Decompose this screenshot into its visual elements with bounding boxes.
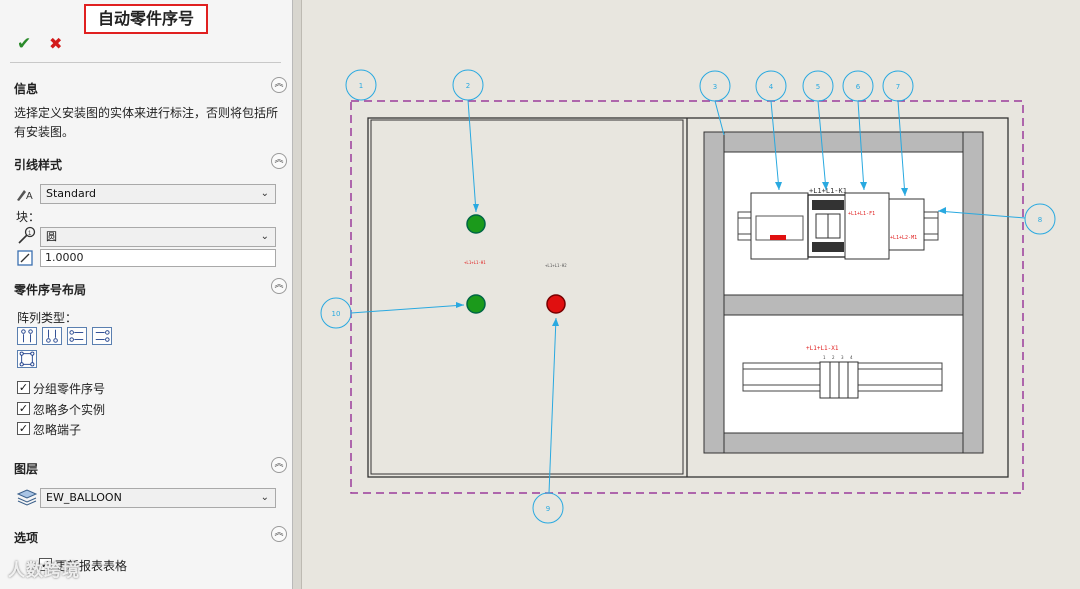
leader-style-select[interactable]: Standard ⌄ [40, 184, 276, 204]
leader-style-icon: A [17, 190, 33, 202]
layer-value: EW_BALLOON [46, 491, 122, 504]
check-icon[interactable]: ✔ [17, 34, 37, 54]
svg-text:3: 3 [713, 83, 717, 91]
svg-text:A: A [26, 191, 33, 202]
svg-text:9: 9 [546, 505, 550, 513]
terminal-tag: +L1+L1-X1 [806, 345, 839, 352]
leader-style-title: 引线样式 [14, 158, 63, 172]
property-panel: 自动零件序号 ✔ ✖ 信息 ︽ 选择定义安装图的实体来进行标注，否则将包括所有安… [0, 0, 293, 589]
balloon-size-icon [17, 250, 33, 266]
svg-text:5: 5 [816, 83, 820, 91]
layout-top-icon[interactable] [17, 327, 37, 345]
lamp-tag-1: +L1+L1-H1 [464, 260, 486, 265]
info-section-title: 信息 [14, 82, 39, 96]
svg-text:4: 4 [769, 83, 774, 91]
block-value: 圆 [46, 230, 57, 243]
breaker-tag: +L1+L1-F1 [848, 211, 875, 217]
close-icon[interactable]: ✖ [49, 34, 67, 54]
options-section-title: 选项 [14, 531, 39, 545]
title-divider [10, 62, 281, 63]
green-lamp-top [466, 214, 486, 234]
collapse-leader-icon[interactable]: ︽ [271, 153, 287, 169]
ignore-instances-label: 忽略多个实例 [33, 403, 106, 417]
contactor-tag: +L1+L1-K1 [809, 187, 847, 195]
green-lamp-bottom [466, 294, 486, 314]
block-label: 块： [16, 210, 41, 224]
info-text: 选择定义安装图的实体来进行标注，否则将包括所有安装图。 [14, 106, 279, 139]
watermark: 人数跨境 [8, 561, 80, 581]
collapse-info-icon[interactable]: ︽ [271, 77, 287, 93]
layer-section-title: 图层 [14, 462, 39, 476]
panel-title: 自动零件序号 [84, 4, 208, 34]
svg-text:7: 7 [896, 83, 900, 91]
group-balloons-label: 分组零件序号 [33, 382, 106, 396]
chevron-down-icon: ⌄ [260, 188, 269, 199]
chevron-down-icon: ⌄ [260, 231, 269, 242]
leader-style-value: Standard [46, 187, 97, 200]
layers-icon [16, 489, 38, 506]
layout-bottom-icon[interactable] [42, 327, 62, 345]
layout-left-icon[interactable] [67, 327, 87, 345]
svg-text:8: 8 [1038, 216, 1042, 224]
collapse-options-icon[interactable]: ︽ [271, 526, 287, 542]
svg-text:6: 6 [856, 83, 861, 91]
ignore-instances-checkbox[interactable]: ✓ [17, 402, 30, 415]
layout-right-icon[interactable] [92, 327, 112, 345]
svg-text:2: 2 [466, 82, 470, 90]
component-5-contactor [807, 194, 849, 258]
lamp-tag-2: +L1+L1-H2 [545, 263, 567, 268]
svg-text:1: 1 [359, 82, 363, 90]
chevron-down-icon: ⌄ [260, 492, 269, 503]
collapse-layout-icon[interactable]: ︽ [271, 278, 287, 294]
mounting-plate [703, 131, 984, 454]
ignore-terminals-checkbox[interactable]: ✓ [17, 422, 30, 435]
block-select[interactable]: 圆 ⌄ [40, 227, 276, 247]
layout-section-title: 零件序号布局 [14, 283, 87, 297]
red-lamp [546, 294, 566, 314]
collapse-layer-icon[interactable]: ︽ [271, 457, 287, 473]
component-4-breaker [750, 192, 809, 260]
group-balloons-checkbox[interactable]: ✓ [17, 381, 30, 394]
balloon-size-field[interactable]: 1.0000 [40, 249, 276, 267]
drawing-canvas[interactable]: +L1+L1-K1 +L1+L1-F1 +L1+L2-M1 +L1+L1-X1 … [302, 0, 1080, 589]
layer-select[interactable]: EW_BALLOON ⌄ [40, 488, 276, 508]
ignore-terminals-label: 忽略端子 [33, 423, 82, 437]
balloon-block-icon: 1 [18, 226, 36, 244]
component-6-module [844, 192, 890, 260]
component-7-relay [888, 198, 925, 251]
panel-splitter[interactable] [293, 0, 302, 589]
pattern-type-label: 阵列类型： [17, 311, 78, 325]
layout-square-icon[interactable] [17, 350, 37, 368]
svg-text:10: 10 [332, 310, 341, 318]
relay-tag: +L1+L2-M1 [890, 235, 917, 241]
